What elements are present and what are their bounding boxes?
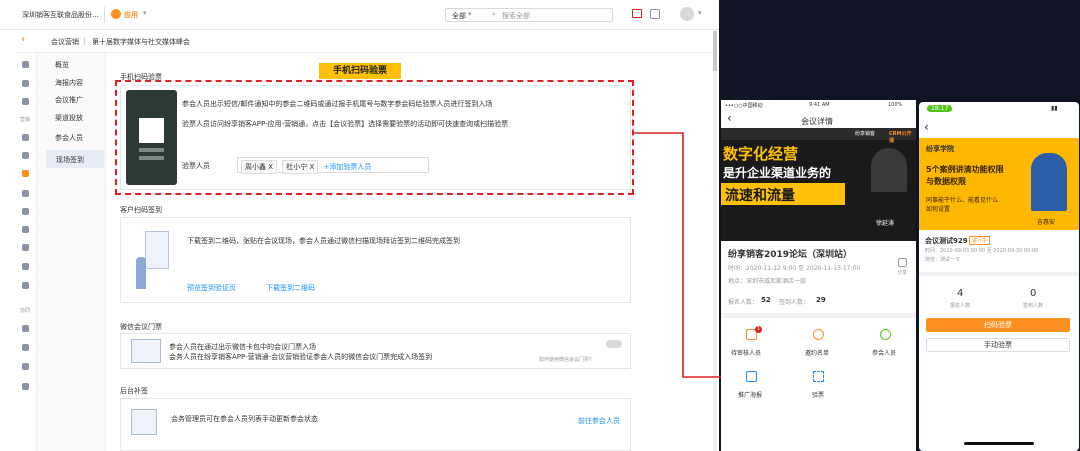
event-place: 地点：深圳市威尼斯酒店一层: [728, 278, 807, 285]
back-icon[interactable]: ‹: [727, 111, 732, 125]
scan-icon: [813, 371, 824, 382]
event-time: 时间：2020-11-12 9:00 至 2020-11-13 17:00: [728, 265, 861, 272]
signed-count: 0: [1030, 288, 1037, 299]
status-time: 9:41 AM: [809, 102, 830, 108]
meeting-title: 会议测试929: [925, 237, 968, 245]
back-icon[interactable]: ‹: [924, 120, 929, 134]
phone-verify-screen: 18:17 ▮▮ ‹ 纷享学院 5个案例讲清功能权限 与数据权限 同事能干什么、…: [919, 102, 1079, 451]
phone-meeting-detail: •••○○中国移动 9:41 AM 100% ‹ 会议详情 纷享销客 CRM公开…: [721, 100, 916, 451]
signal-icon: ▮▮: [1051, 105, 1058, 112]
badge: 1: [755, 326, 762, 333]
share-icon[interactable]: [898, 258, 907, 267]
speaker-photo: [871, 148, 907, 192]
signup-count: 4: [957, 288, 964, 299]
grid-item-verify[interactable]: 验票: [796, 368, 841, 403]
manual-verify-button[interactable]: 手动验票: [926, 338, 1070, 352]
scan-verify-button[interactable]: 扫码验票: [926, 318, 1070, 332]
signed-count: 29: [816, 296, 826, 304]
invite-icon: [813, 329, 824, 340]
people-icon: [880, 329, 891, 340]
meeting-place: 地址：测试一下: [925, 257, 961, 263]
event-title: 纷享销客2019论坛（深圳站）: [728, 250, 853, 260]
signup-count: 52: [761, 296, 771, 304]
course-banner: 纷享学院 5个案例讲清功能权限 与数据权限 同事能干什么、能看见什么 如何设置 …: [919, 138, 1079, 230]
page-title: 会议详情: [801, 117, 833, 126]
battery-text: 100%: [888, 102, 903, 108]
status-badge: 进行中: [969, 236, 991, 245]
carrier-text: •••○○中国移动: [725, 103, 763, 109]
feature-grid: 1 待审核人员 邀约名单 参会人员 推广海报 验票: [721, 320, 916, 451]
image-icon: [746, 371, 757, 382]
status-time: 18:17: [927, 105, 953, 112]
meeting-time: 时间：2020-09-03 00:00 至 2020-09-30 00:00: [925, 248, 1039, 254]
event-banner: 纷享销客 CRM公开课 数字化经营 是升企业渠道业务的 流速和流量 徐延涛: [721, 128, 916, 241]
connector-arrow: [632, 132, 812, 382]
home-indicator: [964, 442, 1034, 445]
share-label[interactable]: 分享: [897, 269, 907, 276]
speaker-photo: [1031, 153, 1067, 211]
grid-item-attendees[interactable]: 参会人员: [863, 326, 908, 361]
grid-item-poster[interactable]: 推广海报: [729, 368, 774, 403]
grid-item-pending[interactable]: 1 待审核人员: [729, 326, 774, 361]
grid-item-invite[interactable]: 邀约名单: [796, 326, 841, 361]
